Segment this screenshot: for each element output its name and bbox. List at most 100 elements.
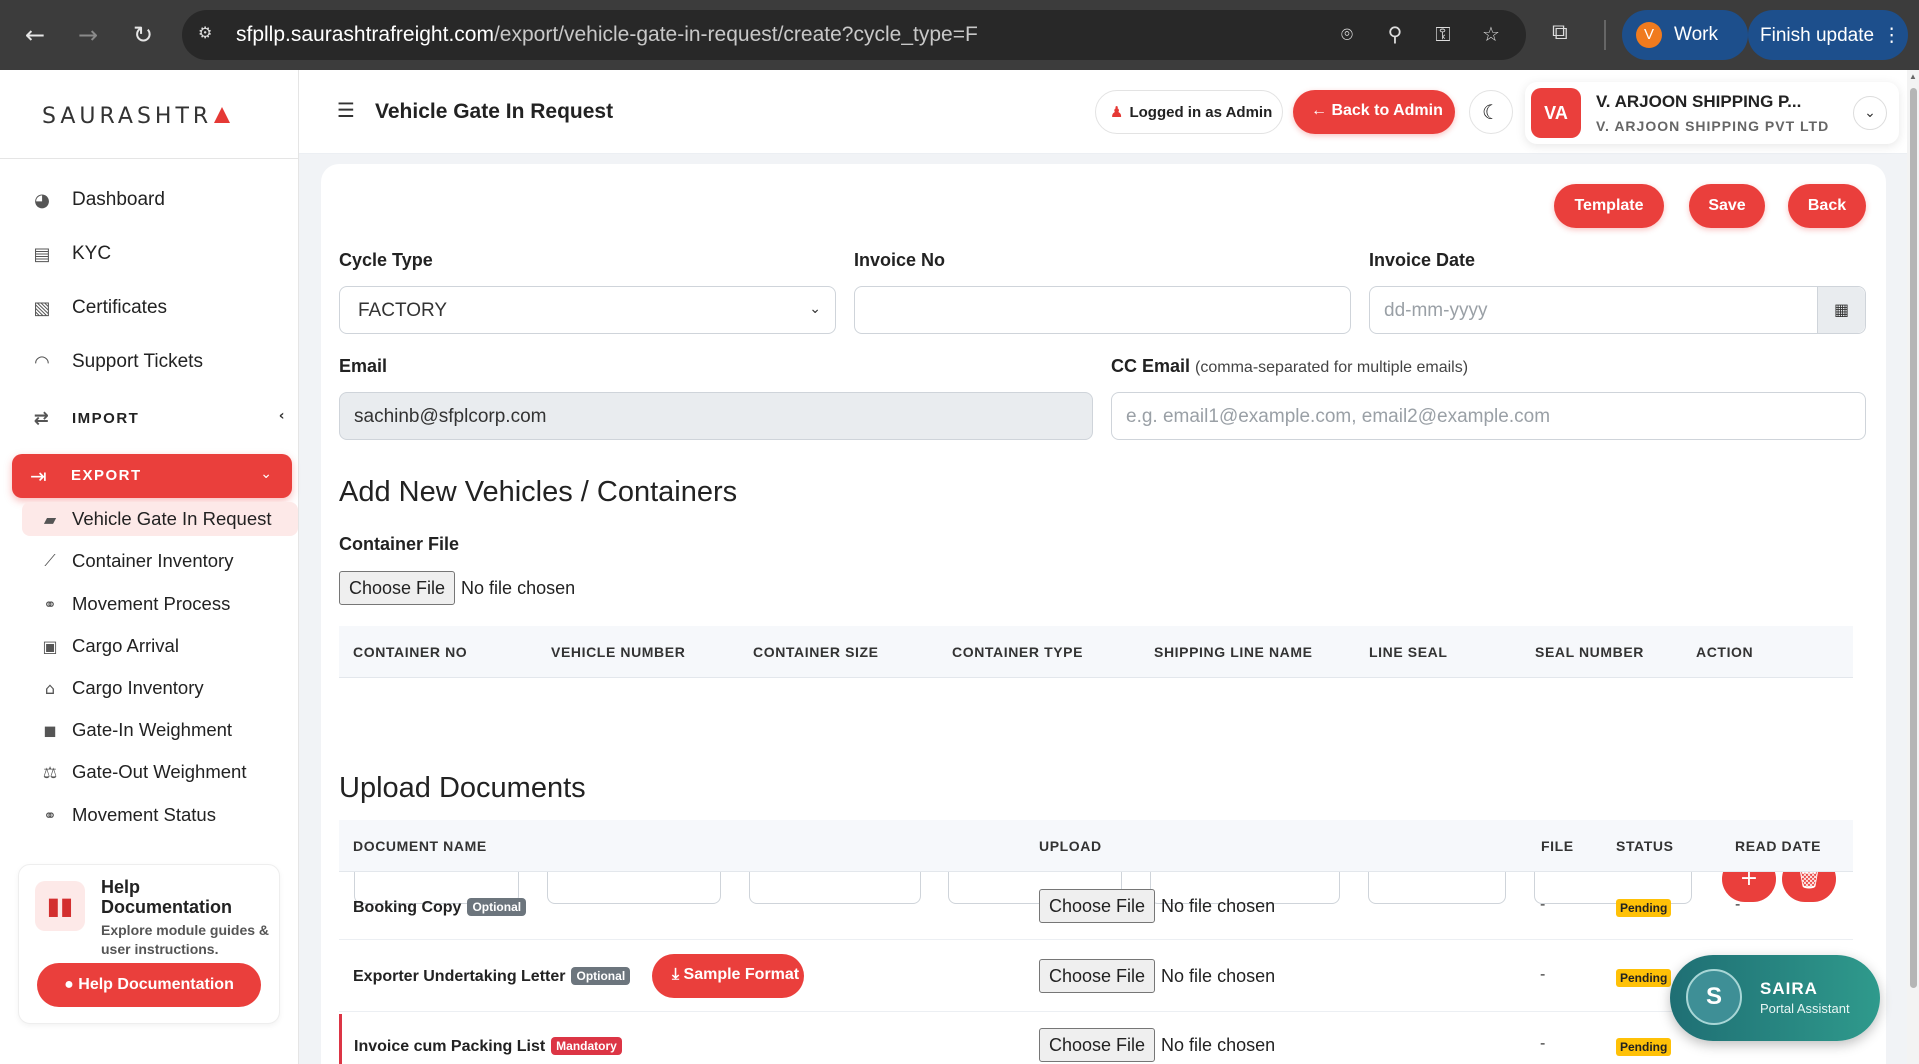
status-badge: Pending <box>1616 1038 1672 1056</box>
status-badge: Pending <box>1616 969 1672 987</box>
form-card: Template Save Back Cycle Type FACTORY ⌄ I… <box>321 164 1886 1064</box>
invoice-packing-file-input[interactable]: Choose File No file chosen <box>1039 1028 1275 1062</box>
sidebar-subitem-movement-status[interactable]: ⚭ Movement Status <box>38 798 216 832</box>
booking-copy-file-input[interactable]: Choose File No file chosen <box>1039 889 1275 923</box>
saira-assistant-button[interactable]: S SAIRA Portal Assistant <box>1670 955 1880 1041</box>
container-file-label: Container File <box>339 534 460 554</box>
forward-arrow-icon[interactable]: → <box>73 20 103 50</box>
table-row: Invoice cum Packing List Mandatory Choose… <box>339 1012 1853 1064</box>
extensions-icon[interactable]: ⧉ <box>1552 20 1568 45</box>
address-bar[interactable]: ⚙ sfpllp.saurashtrafreight.com/export/ve… <box>182 10 1526 60</box>
cc-email-input[interactable]: e.g. email1@example.com, email2@example.… <box>1111 392 1866 440</box>
bookmark-star-icon[interactable]: ☆ <box>1478 22 1504 48</box>
avatar: VA <box>1531 88 1581 138</box>
invoice-no-input[interactable] <box>854 286 1351 334</box>
table-row: Exporter Undertaking Letter Optional ⤓ Sa… <box>339 940 1853 1012</box>
balance-scale-icon: ⚖ <box>42 762 58 782</box>
certificate-icon: ▧ <box>33 297 51 319</box>
sidebar-subitem-vehicle-gate-in-request[interactable]: ▰ Vehicle Gate In Request <box>22 502 298 536</box>
scrollbar-thumb[interactable] <box>1910 88 1917 988</box>
brand-logo[interactable]: SAURASHTR <box>42 104 231 129</box>
assistant-subtitle: Portal Assistant <box>1760 1001 1850 1016</box>
profile-button[interactable]: V Work <box>1622 10 1748 60</box>
sidebar-subitem-container-inventory[interactable]: ⟋ Container Inventory <box>38 544 233 578</box>
palette-icon: ◕ <box>34 189 50 211</box>
back-to-admin-button[interactable]: ← Back to Admin <box>1293 90 1455 134</box>
question-circle-icon: ● <box>64 976 74 993</box>
sidebar-item-export[interactable]: ⇥ EXPORT ⌄ <box>12 454 292 498</box>
sidebar-subitem-movement-process[interactable]: ⚭ Movement Process <box>38 587 230 621</box>
site-settings-icon[interactable]: ⚙ <box>198 23 222 47</box>
save-button[interactable]: Save <box>1689 184 1765 228</box>
file-value: - <box>1540 1035 1546 1052</box>
chevron-down-icon: ⌄ <box>260 466 272 482</box>
location-icon[interactable]: ⌾ <box>1334 22 1360 48</box>
download-icon: ⤓ <box>672 966 680 983</box>
invoice-date-label: Invoice Date <box>1369 250 1476 270</box>
sidebar-item-certificates[interactable]: ▧ Certificates <box>28 288 167 328</box>
menu-kebab-icon: ⋮ <box>1882 24 1902 46</box>
sidebar: SAURASHTR ◕ Dashboard ▤ KYC ▧ Certificates … <box>0 70 299 1064</box>
document-name: Exporter Undertaking Letter Optional <box>353 967 631 986</box>
vehicles-section-title: Add New Vehicles / Containers <box>339 476 738 508</box>
sidebar-item-support-tickets[interactable]: ◠ Support Tickets <box>28 342 203 382</box>
container-file-input[interactable]: Choose File No file chosen <box>339 571 575 605</box>
undertaking-letter-file-input[interactable]: Choose File No file chosen <box>1039 959 1275 993</box>
truck-icon: ◼ <box>43 720 57 740</box>
assistant-avatar: S <box>1686 969 1742 1025</box>
template-button[interactable]: Template <box>1554 184 1664 228</box>
mandatory-badge: Mandatory <box>551 1037 622 1055</box>
sidebar-item-dashboard[interactable]: ◕ Dashboard <box>28 180 165 220</box>
sidebar-subitem-gate-out-weighment[interactable]: ⚖ Gate-Out Weighment <box>38 755 247 789</box>
dark-mode-toggle-icon[interactable]: ☾ <box>1469 90 1513 134</box>
help-documentation-button[interactable]: ● Help Documentation <box>37 963 261 1007</box>
user-company: V. ARJOON SHIPPING PVT LTD <box>1596 118 1830 134</box>
back-button[interactable]: Back <box>1788 184 1866 228</box>
reload-icon[interactable]: ↻ <box>128 20 158 50</box>
file-value: - <box>1540 966 1546 983</box>
route-icon: ⚭ <box>43 805 57 825</box>
finish-update-button[interactable]: Finish update ⋮ <box>1748 10 1908 60</box>
folder-open-icon: ▰ <box>43 509 57 529</box>
sidebar-divider <box>0 158 299 159</box>
invoice-no-label: Invoice No <box>854 250 946 270</box>
sidebar-subitem-cargo-inventory[interactable]: ⌂ Cargo Inventory <box>38 671 204 705</box>
calendar-icon[interactable]: ▦ <box>1817 287 1865 333</box>
chevron-down-icon: ⌄ <box>809 301 821 317</box>
id-card-icon: ▤ <box>33 243 51 265</box>
back-arrow-icon[interactable]: ← <box>20 20 50 50</box>
toolbar-divider <box>1604 20 1606 50</box>
hamburger-menu-icon[interactable]: ☰ <box>337 98 355 122</box>
invoice-date-input[interactable]: dd-mm-yyyy ▦ <box>1369 286 1866 334</box>
page-header: ☰ Vehicle Gate In Request ♟ Logged in as … <box>299 70 1907 154</box>
document-name: Booking Copy Optional <box>353 898 527 917</box>
sample-format-button[interactable]: ⤓ Sample Format <box>652 954 804 998</box>
book-open-icon: ▮▮ <box>35 881 85 931</box>
cycle-type-select[interactable]: FACTORY ⌄ <box>339 286 836 334</box>
page-scrollbar[interactable]: ▲ <box>1907 70 1919 1064</box>
help-card: ▮▮ Help Documentation Explore module gui… <box>18 864 280 1024</box>
sidebar-subitem-cargo-arrival[interactable]: ▣ Cargo Arrival <box>38 629 179 663</box>
table-row: Booking Copy Optional Choose File No file … <box>339 872 1853 940</box>
cc-email-label: CC Email (comma-separated for multiple e… <box>1111 356 1469 376</box>
browser-toolbar: ← → ↻ ⚙ sfpllp.saurashtrafreight.com/exp… <box>0 0 1919 70</box>
chevron-down-icon[interactable]: ⌄ <box>1853 96 1887 130</box>
email-label: Email <box>339 356 388 376</box>
user-menu[interactable]: VA V. ARJOON SHIPPING P... V. ARJOON SHI… <box>1525 82 1899 144</box>
logged-in-badge[interactable]: ♟ Logged in as Admin <box>1095 90 1283 134</box>
user-name: V. ARJOON SHIPPING P... <box>1596 92 1802 111</box>
chart-line-icon: ⟋ <box>44 551 56 570</box>
email-field: sachinb@sfplcorp.com <box>339 392 1093 440</box>
key-icon[interactable]: ⚿ <box>1430 22 1456 48</box>
zoom-icon[interactable]: ⚲ <box>1382 22 1408 48</box>
help-subtitle: Explore module guides & user instruction… <box>101 922 270 957</box>
scroll-up-icon: ▲ <box>1909 72 1917 81</box>
profile-avatar: V <box>1636 22 1662 48</box>
url-text[interactable]: sfpllp.saurashtrafreight.com/export/vehi… <box>236 23 978 47</box>
sidebar-subitem-gate-in-weighment[interactable]: ◼ Gate-In Weighment <box>38 713 232 747</box>
read-date-value: - <box>1735 896 1741 913</box>
sidebar-item-kyc[interactable]: ▤ KYC <box>28 234 111 274</box>
sidebar-item-import[interactable]: ⇄ IMPORT ‹ <box>28 398 285 438</box>
page-title: Vehicle Gate In Request <box>375 100 614 123</box>
status-badge: Pending <box>1616 899 1672 917</box>
